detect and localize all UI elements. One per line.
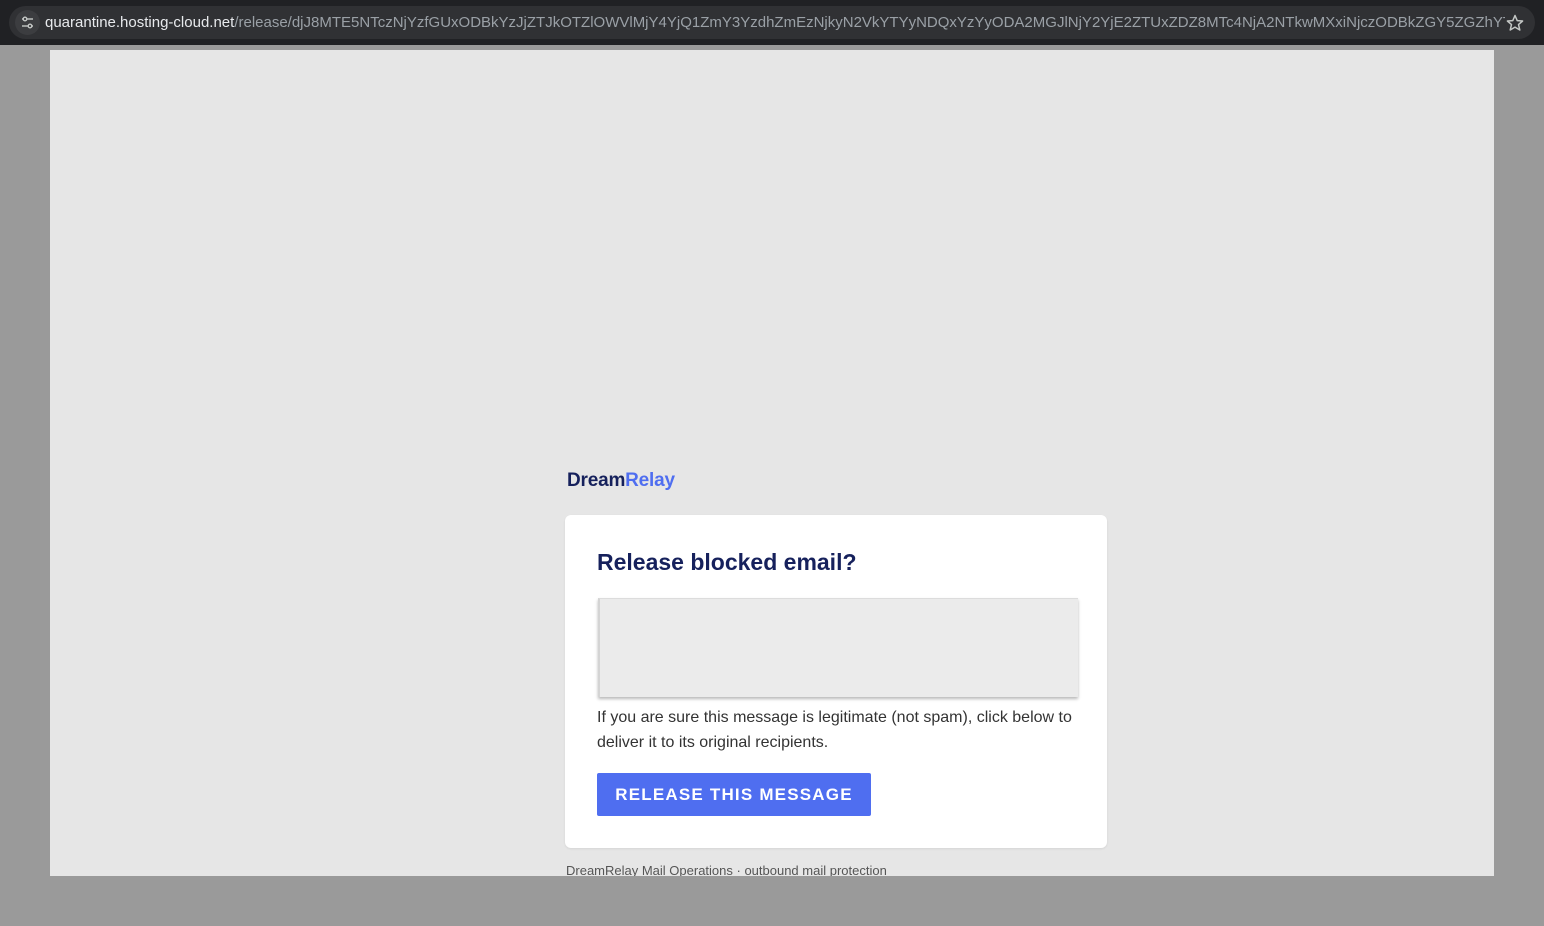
release-description: If you are sure this message is legitima… (597, 709, 1072, 751)
message-preview (598, 598, 1078, 697)
release-card: Release blocked email? If you are sure t… (565, 515, 1107, 848)
browser-toolbar: quarantine.hosting-cloud.net/release/djJ… (0, 0, 1544, 45)
brand-logo-part2: Relay (625, 470, 675, 491)
url-text[interactable]: quarantine.hosting-cloud.net/release/djJ… (45, 6, 1505, 39)
release-message-button[interactable]: RELEASE THIS MESSAGE (597, 773, 871, 816)
page-viewport: DreamRelay Release blocked email? If you… (50, 50, 1494, 876)
page-title: Release blocked email? (597, 549, 857, 575)
url-host: quarantine.hosting-cloud.net (45, 14, 235, 31)
url-path: /release/djJ8MTE5NTczNjYzfGUxODBkYzJjZTJ… (234, 14, 1505, 31)
star-icon[interactable] (1505, 13, 1525, 33)
footer-text: DreamRelay Mail Operations · outbound ma… (566, 863, 887, 876)
brand-logo: DreamRelay (567, 470, 675, 492)
address-bar[interactable]: quarantine.hosting-cloud.net/release/djJ… (9, 6, 1535, 39)
tune-icon[interactable] (15, 10, 40, 35)
brand-logo-part1: Dream (567, 470, 626, 491)
